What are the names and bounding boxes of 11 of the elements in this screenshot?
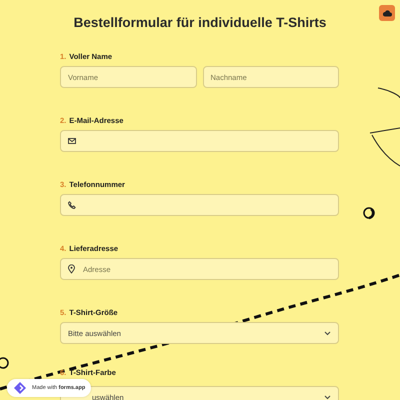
upload-button[interactable] xyxy=(379,5,395,21)
input-field[interactable] xyxy=(60,194,339,216)
mail-icon xyxy=(68,138,76,144)
phone-icon xyxy=(68,201,76,209)
chevron-icon xyxy=(324,330,331,336)
cloud-icon xyxy=(382,10,392,16)
chevron-icon xyxy=(324,394,331,400)
location-pin-icon xyxy=(68,264,75,274)
form-title: Bestellformular für individuelle T-Shirts xyxy=(72,14,328,30)
logo-icon xyxy=(13,381,27,395)
input-field[interactable] xyxy=(60,130,339,152)
